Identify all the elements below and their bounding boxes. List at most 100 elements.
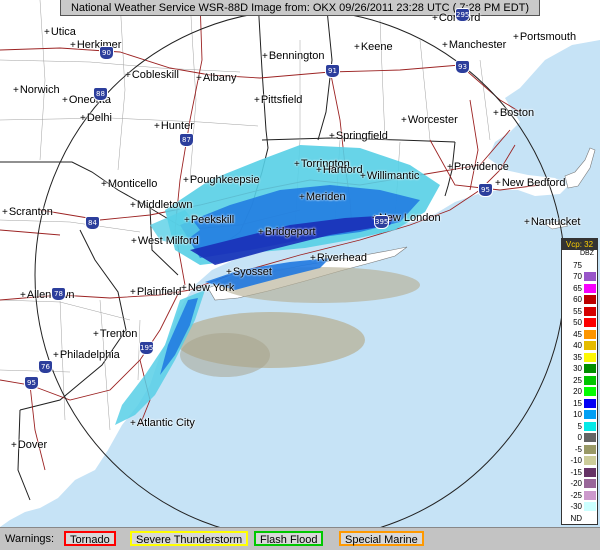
city-label: Providence xyxy=(447,161,509,173)
legend-level-value: -25 xyxy=(570,490,582,500)
legend-level-swatch xyxy=(584,306,596,316)
legend-level: 10 xyxy=(562,408,597,421)
city-label: Plainfield xyxy=(130,286,182,298)
city-label: West Milford xyxy=(131,235,199,247)
city-label: Bridgeport xyxy=(258,226,316,238)
city-label: Meriden xyxy=(299,191,346,203)
interstate-shield-icon: 95 xyxy=(478,183,493,197)
city-label: Scranton xyxy=(2,206,53,218)
legend-level-swatch xyxy=(584,421,596,431)
legend-level-swatch xyxy=(584,456,596,466)
legend-level: 30 xyxy=(562,362,597,375)
city-label: Atlantic City xyxy=(130,417,195,429)
legend-level: -15 xyxy=(562,466,597,478)
legend-level: -20 xyxy=(562,477,597,490)
city-label: New Bedford xyxy=(495,177,566,189)
city-label: Albany xyxy=(196,72,237,84)
legend-level: 70 xyxy=(562,270,597,283)
legend-level-swatch xyxy=(584,364,596,374)
interstate-shield-icon: 90 xyxy=(99,46,114,60)
interstate-shield-icon: 395 xyxy=(374,215,389,229)
legend-level-value: 20 xyxy=(573,387,582,397)
interstate-shield-icon: 295 xyxy=(455,8,470,22)
city-label: Trenton xyxy=(93,328,138,340)
legend-level-swatch xyxy=(584,375,596,385)
legend-level-value: 25 xyxy=(573,375,582,385)
legend-level: -5 xyxy=(562,443,597,455)
legend-level-value: 55 xyxy=(573,306,582,316)
legend-level-swatch xyxy=(584,260,596,270)
legend-level: 35 xyxy=(562,351,597,363)
legend-level-value: 65 xyxy=(573,283,582,293)
warning-special-marine: Special Marine xyxy=(339,531,424,546)
legend-level-value: 40 xyxy=(573,341,582,351)
legend-level-swatch xyxy=(584,410,596,420)
legend-level: 5 xyxy=(562,420,597,432)
legend-level-value: -5 xyxy=(574,444,582,454)
reflectivity-legend: Vcp: 32 DBZ 75 70 65 60 55 50 45 40 35 30 25 20 15 10… xyxy=(561,238,598,525)
legend-level-swatch xyxy=(584,467,596,477)
interstate-shield-icon: 87 xyxy=(179,133,194,147)
city-label: Manchester xyxy=(442,39,506,51)
legend-level-value: -30 xyxy=(570,502,582,512)
legend-level-swatch xyxy=(584,329,596,339)
legend-level-swatch xyxy=(584,318,596,328)
interstate-shield-icon: 91 xyxy=(325,64,340,78)
city-label: Worcester xyxy=(401,114,458,126)
city-label: Allentown xyxy=(20,289,75,301)
legend-level-swatch xyxy=(584,490,596,500)
legend-level: -10 xyxy=(562,454,597,467)
warning-tornado: Tornado xyxy=(64,531,116,546)
legend-level: 65 xyxy=(562,282,597,294)
city-label: Pittsfield xyxy=(254,94,303,106)
warning-flash-flood: Flash Flood xyxy=(254,531,324,546)
legend-level: 55 xyxy=(562,305,597,317)
city-label: Hartford xyxy=(316,164,363,176)
legend-level-value: -20 xyxy=(570,479,582,489)
legend-level: ND xyxy=(562,512,597,524)
legend-level-swatch xyxy=(584,387,596,397)
city-label: Portsmouth xyxy=(513,31,576,43)
interstate-shield-icon: 76 xyxy=(38,360,53,374)
legend-level-value: 10 xyxy=(573,410,582,420)
legend-level: -25 xyxy=(562,489,597,501)
interstate-shield-icon: 88 xyxy=(93,87,108,101)
legend-level: 60 xyxy=(562,293,597,306)
legend-level-value: 50 xyxy=(573,318,582,328)
legend-level-value: 5 xyxy=(577,421,582,431)
legend-level-value: -10 xyxy=(570,456,582,466)
legend-level: 75 xyxy=(562,259,597,271)
city-label: Utica xyxy=(44,26,76,38)
legend-level-swatch xyxy=(584,502,596,512)
city-label: Syosset xyxy=(226,266,272,278)
interstate-shield-icon: 195 xyxy=(139,341,154,355)
legend-level-value: 75 xyxy=(573,260,582,270)
interstate-shield-icon: 95 xyxy=(24,376,39,390)
city-label: Boston xyxy=(493,107,534,119)
legend-level-value: ND xyxy=(570,513,582,523)
legend-level: 20 xyxy=(562,385,597,398)
legend-level-value: 60 xyxy=(573,295,582,305)
legend-level: 15 xyxy=(562,397,597,409)
city-label: New York xyxy=(181,282,234,294)
city-label: Dover xyxy=(11,439,47,451)
city-label: Delhi xyxy=(80,112,112,124)
legend-level-swatch xyxy=(584,398,596,408)
city-label: Riverhead xyxy=(310,252,367,264)
radar-map xyxy=(0,0,600,550)
city-label: Monticello xyxy=(101,178,158,190)
legend-vcp: Vcp: 32 xyxy=(562,239,597,250)
legend-level-swatch xyxy=(584,295,596,305)
legend-level-value: 45 xyxy=(573,329,582,339)
interstate-shield-icon: 93 xyxy=(455,60,470,74)
legend-level: 0 xyxy=(562,431,597,444)
legend-level-value: 35 xyxy=(573,352,582,362)
legend-scale: 75 70 65 60 55 50 45 40 35 30 25 20 15 10 5 0 -5 -10 -15 -2… xyxy=(562,259,597,524)
interstate-shield-icon: 78 xyxy=(51,287,66,301)
legend-level-swatch xyxy=(584,513,596,523)
legend-unit: DBZ xyxy=(580,250,594,257)
legend-level-swatch xyxy=(584,444,596,454)
legend-level-swatch xyxy=(584,272,596,282)
radar-map-view: National Weather Service WSR-88D Image f… xyxy=(0,0,600,550)
legend-level-swatch xyxy=(584,479,596,489)
